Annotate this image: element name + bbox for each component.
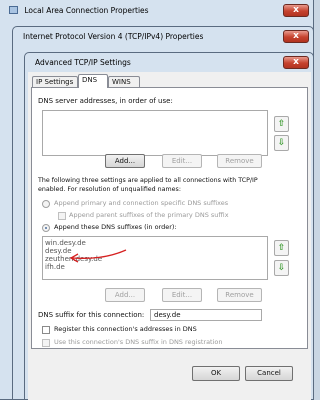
arrow-down-icon: ⇩ <box>277 138 286 148</box>
remove-suffix-button[interactable]: Remove <box>217 288 262 302</box>
cancel-button[interactable]: Cancel <box>245 366 293 381</box>
titlebar: Local Area Connection Properties x <box>0 1 313 19</box>
move-down-button[interactable]: ⇩ <box>274 135 289 151</box>
ok-button[interactable]: OK <box>192 366 240 381</box>
checkbox-register-dns[interactable] <box>42 326 50 334</box>
titlebar: Advanced TCP/IP Settings x <box>25 53 313 73</box>
window-title: Advanced TCP/IP Settings <box>35 58 131 67</box>
close-button[interactable]: x <box>283 30 309 43</box>
close-button[interactable]: x <box>283 56 309 69</box>
move-up-button[interactable]: ⇧ <box>274 116 289 132</box>
radio-append-primary-label: Append primary and connection specific D… <box>54 199 229 207</box>
dns-servers-label: DNS server addresses, in order of use: <box>38 97 173 105</box>
checkbox-register-dns-label: Register this connection's addresses in … <box>54 325 197 333</box>
checkbox-use-suffix[interactable] <box>42 339 50 347</box>
add-server-button[interactable]: Add... <box>105 154 145 168</box>
edit-server-button[interactable]: Edit... <box>162 154 202 168</box>
close-button[interactable]: x <box>283 4 309 17</box>
checkbox-use-suffix-label: Use this connection's DNS suffix in DNS … <box>54 338 223 346</box>
add-suffix-button[interactable]: Add... <box>105 288 145 302</box>
info-text-line2: enabled. For resolution of unqualified n… <box>38 186 181 193</box>
arrow-up-icon: ⇧ <box>277 243 286 253</box>
arrow-up-icon: ⇧ <box>277 119 286 129</box>
radio-append-primary[interactable] <box>42 200 50 208</box>
dns-servers-list[interactable] <box>42 110 268 156</box>
info-text-line1: The following three settings are applied… <box>38 177 258 184</box>
radio-append-these[interactable] <box>42 224 50 232</box>
window-title: Internet Protocol Version 4 (TCP/IPv4) P… <box>23 32 204 41</box>
suffix-move-up-button[interactable]: ⇧ <box>274 240 289 256</box>
edit-suffix-button[interactable]: Edit... <box>162 288 202 302</box>
radio-append-these-label: Append these DNS suffixes (in order): <box>54 223 177 231</box>
network-icon <box>9 6 18 14</box>
arrow-down-icon: ⇩ <box>277 263 286 273</box>
checkbox-append-parent-label: Append parent suffixes of the primary DN… <box>69 211 229 219</box>
annotation-arrow <box>69 249 127 263</box>
titlebar: Internet Protocol Version 4 (TCP/IPv4) P… <box>13 27 313 47</box>
tab-dns[interactable]: DNS <box>78 74 108 88</box>
checkbox-append-parent[interactable] <box>58 212 66 220</box>
window-title: Local Area Connection Properties <box>24 6 149 15</box>
connection-suffix-input[interactable]: desy.de <box>150 309 262 321</box>
connection-suffix-label: DNS suffix for this connection: <box>38 311 145 319</box>
remove-server-button[interactable]: Remove <box>217 154 262 168</box>
suffix-move-down-button[interactable]: ⇩ <box>274 260 289 276</box>
